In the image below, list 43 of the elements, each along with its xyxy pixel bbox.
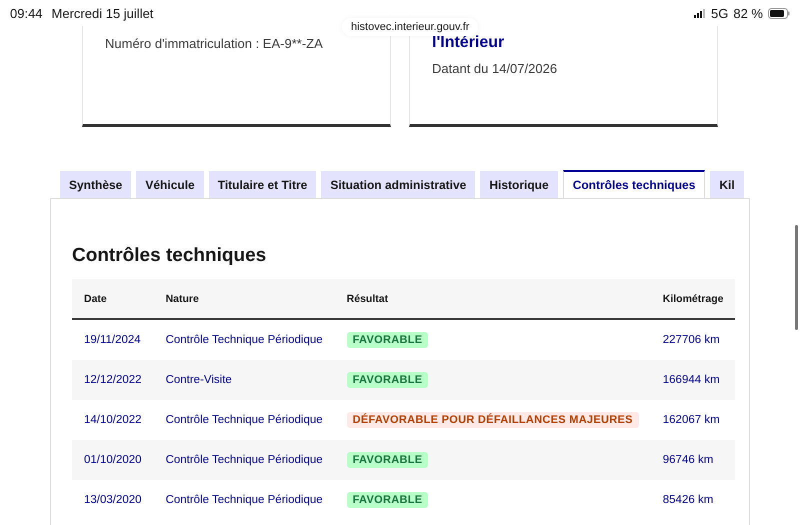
column-header: Nature xyxy=(154,279,335,319)
date-cell: 01/10/2020 xyxy=(84,454,142,466)
result-badge: FAVORABLE xyxy=(346,332,428,348)
result-badge: DÉFAVORABLE POUR DÉFAILLANCES MAJEURES xyxy=(346,412,639,428)
date-cell: 13/03/2020 xyxy=(84,494,142,506)
battery-percent: 82 % xyxy=(733,6,763,20)
tab[interactable]: Synthèse xyxy=(60,171,132,198)
nature-cell: Contrôle Technique Périodique xyxy=(166,454,323,466)
tab[interactable]: Contrôles techniques xyxy=(562,170,706,198)
nature-cell: Contrôle Technique Périodique xyxy=(166,414,323,426)
tab[interactable]: Kil xyxy=(710,171,744,198)
nature-cell: Contrôle Technique Périodique xyxy=(166,494,323,506)
signal-icon xyxy=(694,8,706,18)
tab[interactable]: Situation administrative xyxy=(321,171,476,198)
card-text: Numéro d'immatriculation : EA-9**-ZA xyxy=(105,36,324,51)
mileage-cell: 162067 km xyxy=(662,414,720,426)
card-heading: l'Intérieur xyxy=(432,34,506,52)
mileage-cell: 96746 km xyxy=(662,454,714,466)
result-badge: FAVORABLE xyxy=(346,492,428,508)
card-text: Datant du 14/07/2026 xyxy=(432,61,558,76)
date-cell: 14/10/2022 xyxy=(84,414,142,426)
column-header: Résultat xyxy=(334,279,651,319)
section-title: Contrôles techniques xyxy=(72,245,268,267)
date-cell: 19/11/2024 xyxy=(84,334,141,346)
mileage-cell: 166944 km xyxy=(662,374,720,386)
result-badge: FAVORABLE xyxy=(346,372,428,388)
date-text: Mercredi 15 juillet xyxy=(52,6,154,20)
tab[interactable]: Titulaire et Titre xyxy=(208,171,316,198)
column-header: Kilométrage xyxy=(650,279,736,319)
scroll-bar[interactable] xyxy=(795,225,798,330)
network-label: 5G xyxy=(711,6,728,20)
clock-time: 09:44 xyxy=(10,6,43,20)
battery-icon xyxy=(768,8,790,18)
mileage-cell: 85426 km xyxy=(662,494,714,506)
column-header: Date xyxy=(72,279,154,319)
result-badge: FAVORABLE xyxy=(346,452,428,468)
tab[interactable]: Historique xyxy=(480,171,558,198)
mileage-cell: 227706 km xyxy=(662,334,720,346)
nature-cell: Contrôle Technique Périodique xyxy=(166,334,323,346)
date-cell: 12/12/2022 xyxy=(84,374,142,386)
address-bar[interactable]: histovec.interieur.gouv.fr xyxy=(342,18,478,36)
tab[interactable]: Véhicule xyxy=(136,171,204,198)
nature-cell: Contre-Visite xyxy=(166,374,232,386)
